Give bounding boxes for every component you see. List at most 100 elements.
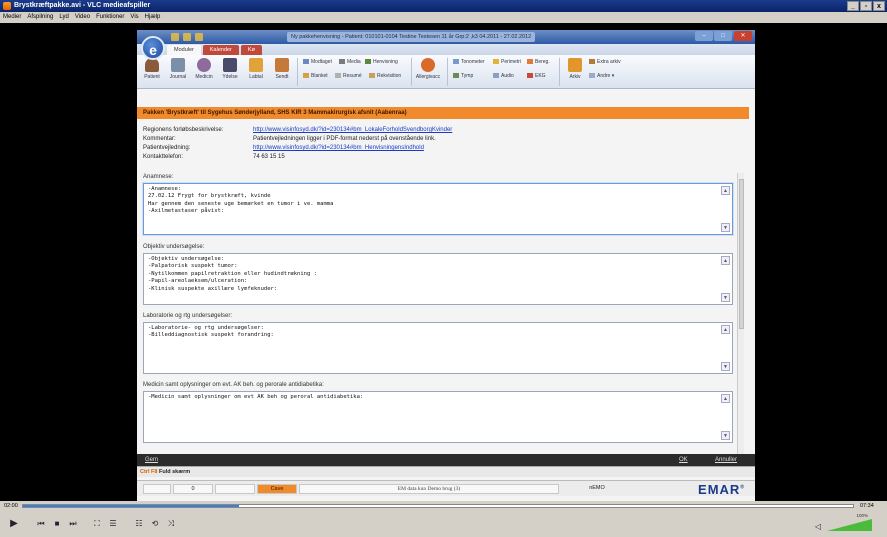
ok-button[interactable]: OK xyxy=(679,454,688,466)
perimetri-button[interactable]: Perimetri xyxy=(493,59,521,65)
referral-icon xyxy=(365,59,371,65)
medicin-button[interactable]: Medicin xyxy=(193,58,215,80)
scroll-down-arrow-icon[interactable]: ▼ xyxy=(721,223,730,232)
tab-kalender[interactable]: Kalender xyxy=(202,45,239,55)
extended-settings-icon[interactable]: ☰ xyxy=(106,516,120,532)
medicin-icon xyxy=(197,58,211,72)
emar-maximize-button[interactable]: □ xyxy=(714,31,732,41)
quick-save-icon[interactable] xyxy=(171,33,179,41)
tymp-icon xyxy=(453,73,459,79)
scroll-down-arrow-icon[interactable]: ▼ xyxy=(721,431,730,440)
henvisning-button[interactable]: Henvisning xyxy=(365,59,398,65)
emar-window: Ny pakkehenvisning - Patient: 010101-010… xyxy=(137,30,755,501)
resume-button[interactable]: Resumé xyxy=(335,73,362,79)
medicin-textarea[interactable]: -Medicin samt oplysninger om evt AK beh … xyxy=(143,391,733,443)
labtal-icon xyxy=(249,58,263,72)
annuller-button[interactable]: Annuller xyxy=(715,454,737,466)
emar-close-button[interactable]: ✕ xyxy=(734,31,752,41)
vlc-window-title: Brystkræftpakke.avi - VLC medieafspiller xyxy=(14,2,151,9)
anamnese-textarea[interactable]: -Anamnese: 27.02.12 Frygt for brystkræft… xyxy=(143,183,733,235)
form-icon xyxy=(303,73,309,79)
maximize-button[interactable]: ▫ xyxy=(860,1,872,11)
menu-video[interactable]: Video xyxy=(75,12,90,23)
scroll-up-arrow-icon[interactable]: ▲ xyxy=(721,325,730,334)
quick-folder-icon[interactable] xyxy=(183,33,191,41)
ekg-button[interactable]: EKG xyxy=(527,73,546,79)
playlist-icon[interactable]: ☷ xyxy=(132,516,146,532)
next-icon[interactable]: ⏭ xyxy=(66,516,80,532)
seek-slider[interactable] xyxy=(22,504,854,508)
status-tag: nEMO xyxy=(589,485,605,491)
minimize-button[interactable]: _ xyxy=(847,1,859,11)
ydelse-button[interactable]: Ydelse xyxy=(219,58,241,80)
vlc-menubar: Medier Afspilning Lyd Video Funktioner V… xyxy=(0,12,887,23)
quick-print-icon[interactable] xyxy=(195,33,203,41)
close-button[interactable]: x xyxy=(873,1,885,11)
patientvejledning-link[interactable]: http://www.visinfosyd.dk/?id=230134#bm_H… xyxy=(253,144,424,153)
emar-window-caption: Ny pakkehenvisning - Patient: 010101-010… xyxy=(287,32,536,42)
allergivacc-button[interactable]: Allergivacc xyxy=(415,58,441,80)
scroll-down-arrow-icon[interactable]: ▼ xyxy=(721,293,730,302)
play-icon[interactable]: ▶ xyxy=(6,516,22,532)
blanket-button[interactable]: Blanket xyxy=(303,73,328,79)
ribbon-tabs: Moduler Kalender Kø xyxy=(137,44,755,55)
requisition-icon xyxy=(369,73,375,79)
emar-minimize-button[interactable]: – xyxy=(695,31,713,41)
ribbon-separator xyxy=(411,58,412,86)
patient-button[interactable]: Patient xyxy=(141,58,163,80)
fullscreen-icon[interactable]: ⛶ xyxy=(90,516,104,532)
menu-afspilning[interactable]: Afspilning xyxy=(27,12,53,23)
emar-logo-icon[interactable]: e xyxy=(141,36,165,60)
forloebsbeskrivelse-link[interactable]: http://www.visinfosyd.dk/?id=230134#bm_L… xyxy=(253,126,452,135)
tab-ko[interactable]: Kø xyxy=(240,45,262,55)
summary-icon xyxy=(335,73,341,79)
volume-slider[interactable]: 100% xyxy=(827,513,872,531)
labtal-button[interactable]: Labtal xyxy=(245,58,267,80)
tonometer-button[interactable]: Tonometer xyxy=(453,59,485,65)
previous-icon[interactable]: ⏮ xyxy=(34,516,48,532)
objektiv-textarea[interactable]: -Objektiv undersøgelse: -Palpatorisk sus… xyxy=(143,253,733,305)
cave-indicator[interactable]: Cave xyxy=(257,484,297,494)
rekvisition-button[interactable]: Rekvisition xyxy=(369,73,401,79)
fullscreen-tab[interactable]: Fuld skærm xyxy=(159,469,190,475)
menu-hjaelp[interactable]: Hjælp xyxy=(145,12,161,23)
menu-medier[interactable]: Medier xyxy=(3,12,21,23)
media-button[interactable]: Media xyxy=(339,59,361,65)
menu-funktioner[interactable]: Funktioner xyxy=(96,12,124,23)
form-scrollbar[interactable] xyxy=(737,173,744,473)
info-label: Patientvejledning: xyxy=(143,145,191,151)
audio-button[interactable]: Audio xyxy=(493,73,514,79)
andre-dropdown[interactable]: Andre ▾ xyxy=(589,73,614,79)
info-row: Patientvejledning: http://www.visinfosyd… xyxy=(143,144,743,153)
other-icon xyxy=(589,73,595,79)
tab-moduler[interactable]: Moduler xyxy=(167,45,201,55)
stop-icon[interactable]: ■ xyxy=(50,516,64,532)
seek-row: 02:00 07:34 xyxy=(0,501,887,511)
speaker-icon[interactable]: ◁ xyxy=(812,519,824,535)
volume-percent: 100% xyxy=(856,513,868,518)
elapsed-time: 02:00 xyxy=(4,503,18,509)
loop-icon[interactable]: ⟲ xyxy=(148,516,162,532)
scroll-up-arrow-icon[interactable]: ▲ xyxy=(721,394,730,403)
ribbon-separator xyxy=(447,58,448,86)
laboratorie-textarea[interactable]: -Laboratorie- og rtg undersøgelser: -Bil… xyxy=(143,322,733,374)
extra-arkiv-button[interactable]: Extra arkiv xyxy=(589,59,621,65)
menu-vis[interactable]: Vis xyxy=(130,12,138,23)
emar-brand-logo: EMAR® xyxy=(698,482,745,497)
bereg-button[interactable]: Bereg. xyxy=(527,59,550,65)
arkiv-button[interactable]: Arkiv xyxy=(565,58,585,80)
scroll-up-arrow-icon[interactable]: ▲ xyxy=(721,186,730,195)
modtaget-button[interactable]: Modtaget xyxy=(303,59,332,65)
scrollbar-thumb[interactable] xyxy=(739,179,744,329)
scroll-up-arrow-icon[interactable]: ▲ xyxy=(721,256,730,265)
info-value: 74 63 15 15 xyxy=(253,154,285,160)
journal-button[interactable]: Journal xyxy=(167,58,189,80)
info-label: Kontakttelefon: xyxy=(143,154,184,160)
anamnese-label: Anamnese: xyxy=(143,174,174,180)
tymp-button[interactable]: Tymp xyxy=(453,73,473,79)
sendt-button[interactable]: Sendt xyxy=(271,58,293,80)
shuffle-icon[interactable]: ⤨ xyxy=(164,516,178,532)
gem-button[interactable]: Gem xyxy=(145,454,158,466)
scroll-down-arrow-icon[interactable]: ▼ xyxy=(721,362,730,371)
menu-lyd[interactable]: Lyd xyxy=(59,12,68,23)
